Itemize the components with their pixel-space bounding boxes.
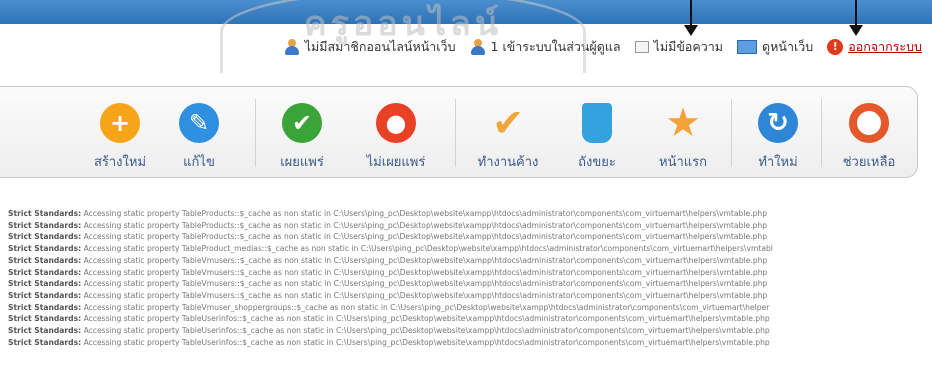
logout-icon: ! <box>827 39 844 55</box>
checkin-button-label: ทำงานค้าง <box>477 155 539 170</box>
messages-label: ไม่มีข้อความ <box>653 39 724 54</box>
mail-icon <box>634 41 649 53</box>
watermark: ครูออนไลน์ <box>220 0 586 73</box>
new-button[interactable]: + สร้างใหม่ <box>85 87 155 179</box>
trash-icon <box>582 103 612 143</box>
logout-link[interactable]: ! ออกจากระบบ <box>827 37 922 57</box>
stop-icon: ● <box>376 103 416 143</box>
featured-button-label: หน้าแรก <box>659 155 707 170</box>
plus-icon: + <box>100 103 140 143</box>
publish-button[interactable]: ✔ เผยแพร่ <box>269 87 335 179</box>
featured-button[interactable]: ★ หน้าแรก <box>645 87 721 179</box>
log-line: Strict Standards: Accessing static prope… <box>8 279 768 289</box>
edit-button-label: แก้ไข <box>183 155 215 170</box>
toolbar-divider <box>731 99 732 167</box>
refresh-button[interactable]: ↻ ทำใหม่ <box>745 87 811 179</box>
view-site-link[interactable]: ดูหน้าเว็บ <box>737 37 813 57</box>
annotation-arrow-view-site <box>684 0 698 36</box>
log-line: Strict Standards: Accessing static prope… <box>8 220 768 230</box>
log-line: Strict Standards: Accessing static prope… <box>8 209 768 218</box>
unpublish-button[interactable]: ● ไม่เผยแพร่ <box>353 87 439 179</box>
log-line: Strict Standards: Accessing static prope… <box>8 337 770 347</box>
pencil-icon: ✎ <box>179 103 219 143</box>
edit-button[interactable]: ✎ แก้ไข <box>169 87 229 179</box>
log-line: Strict Standards: Accessing static prope… <box>8 255 768 265</box>
lifebuoy-icon <box>849 103 889 143</box>
checkin-button[interactable]: ✔ ทำงานค้าง <box>465 87 551 179</box>
annotation-arrow-logout <box>849 0 863 36</box>
log-line: Strict Standards: Accessing static prope… <box>8 232 768 242</box>
trash-button[interactable]: ถังขยะ <box>565 87 629 179</box>
view-site-label: ดูหน้าเว็บ <box>762 39 814 54</box>
logout-label: ออกจากระบบ <box>848 39 922 54</box>
log-line: Strict Standards: Accessing static prope… <box>8 326 770 336</box>
star-icon: ★ <box>665 100 701 146</box>
refresh-icon: ↻ <box>758 103 798 143</box>
help-button[interactable]: ช่วยเหลือ <box>831 87 907 179</box>
unpublish-button-label: ไม่เผยแพร่ <box>366 155 426 170</box>
log-line: Strict Standards: Accessing static prope… <box>8 244 773 254</box>
publish-button-label: เผยแพร่ <box>280 155 324 170</box>
check-icon: ✔ <box>282 103 322 143</box>
refresh-button-label: ทำใหม่ <box>758 155 798 170</box>
log-line: Strict Standards: Accessing static prope… <box>8 267 768 277</box>
trash-button-label: ถังขยะ <box>578 155 616 170</box>
new-button-label: สร้างใหม่ <box>93 155 147 170</box>
log-line: Strict Standards: Accessing static prope… <box>8 302 770 312</box>
error-log: Strict Standards: Accessing static prope… <box>8 208 932 348</box>
log-line: Strict Standards: Accessing static prope… <box>8 290 768 300</box>
toolbar-divider <box>255 99 256 167</box>
messages-status[interactable]: ไม่มีข้อความ <box>634 37 724 57</box>
checkmark-icon: ✔ <box>492 101 524 145</box>
log-line: Strict Standards: Accessing static prope… <box>8 314 770 324</box>
monitor-icon <box>737 40 758 54</box>
action-toolbar: + สร้างใหม่ ✎ แก้ไข ✔ เผยแพร่ ● ไม่เผยแพ… <box>0 86 918 178</box>
toolbar-divider <box>455 99 456 167</box>
help-button-label: ช่วยเหลือ <box>842 155 896 170</box>
toolbar-divider <box>821 99 822 167</box>
